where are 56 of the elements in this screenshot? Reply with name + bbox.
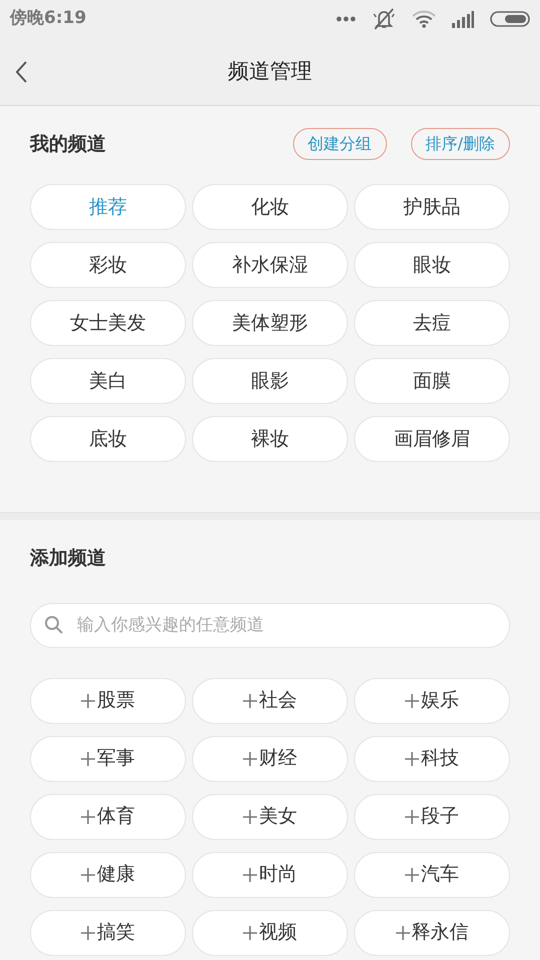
channel-chip[interactable]: 眼妆 (354, 242, 510, 288)
add-channel-chip[interactable]: 健康 (30, 852, 186, 898)
add-channel-chip[interactable]: 段子 (354, 794, 510, 840)
plus-icon (405, 868, 419, 882)
section-title: 我的频道 (30, 132, 106, 157)
add-channel-chip[interactable]: 社会 (192, 678, 348, 724)
plus-icon (243, 868, 257, 882)
channel-chip[interactable]: 底妆 (30, 416, 186, 462)
add-channel-chip[interactable]: 娱乐 (354, 678, 510, 724)
battery-icon (490, 11, 530, 27)
channel-chip[interactable]: 裸妆 (192, 416, 348, 462)
plus-icon (396, 926, 410, 940)
search-icon (44, 614, 64, 634)
add-channel-chip[interactable]: 释永信 (354, 910, 510, 956)
add-channel-chip[interactable]: 时尚 (192, 852, 348, 898)
channel-chip[interactable]: 补水保湿 (192, 242, 348, 288)
add-channel-chip[interactable]: 体育 (30, 794, 186, 840)
add-channel-chip[interactable]: 科技 (354, 736, 510, 782)
muted-bell-icon (372, 8, 396, 30)
channel-chip[interactable]: 化妆 (192, 184, 348, 230)
channel-chip[interactable]: 美体塑形 (192, 300, 348, 346)
section-title: 添加频道 (30, 546, 107, 571)
channel-chip[interactable]: 眼影 (192, 358, 348, 404)
plus-icon (81, 868, 95, 882)
add-channel-chip[interactable]: 财经 (192, 736, 348, 782)
plus-icon (81, 694, 95, 708)
channel-chip[interactable]: 去痘 (354, 300, 510, 346)
add-channel-chip[interactable]: 军事 (30, 736, 186, 782)
more-dots-icon (336, 16, 356, 22)
plus-icon (243, 694, 257, 708)
add-channel-chip[interactable]: 美女 (192, 794, 348, 840)
plus-icon (405, 752, 419, 766)
channel-chip[interactable]: 护肤品 (354, 184, 510, 230)
add-channel-chip[interactable]: 汽车 (354, 852, 510, 898)
channel-chip[interactable]: 女士美发 (30, 300, 186, 346)
plus-icon (81, 926, 95, 940)
channel-chip[interactable]: 画眉修眉 (354, 416, 510, 462)
plus-icon (81, 752, 95, 766)
status-time: 傍晚6:19 (10, 7, 86, 30)
plus-icon (405, 694, 419, 708)
wifi-icon (412, 10, 436, 28)
channel-chip[interactable]: 面膜 (354, 358, 510, 404)
channel-chip[interactable]: 彩妆 (30, 242, 186, 288)
page-title: 频道管理 (228, 58, 312, 85)
signal-icon (452, 10, 474, 28)
plus-icon (243, 810, 257, 824)
plus-icon (243, 752, 257, 766)
search-field[interactable]: 输入你感兴趣的任意频道 (30, 602, 510, 648)
add-channel-chip[interactable]: 搞笑 (30, 910, 186, 956)
plus-icon (81, 810, 95, 824)
channel-chip[interactable]: 美白 (30, 358, 186, 404)
back-button[interactable] (14, 60, 28, 84)
add-channel-chip[interactable]: 视频 (192, 910, 348, 956)
add-channel-chip[interactable]: 股票 (30, 678, 186, 724)
plus-icon (243, 926, 257, 940)
plus-icon (405, 810, 419, 824)
